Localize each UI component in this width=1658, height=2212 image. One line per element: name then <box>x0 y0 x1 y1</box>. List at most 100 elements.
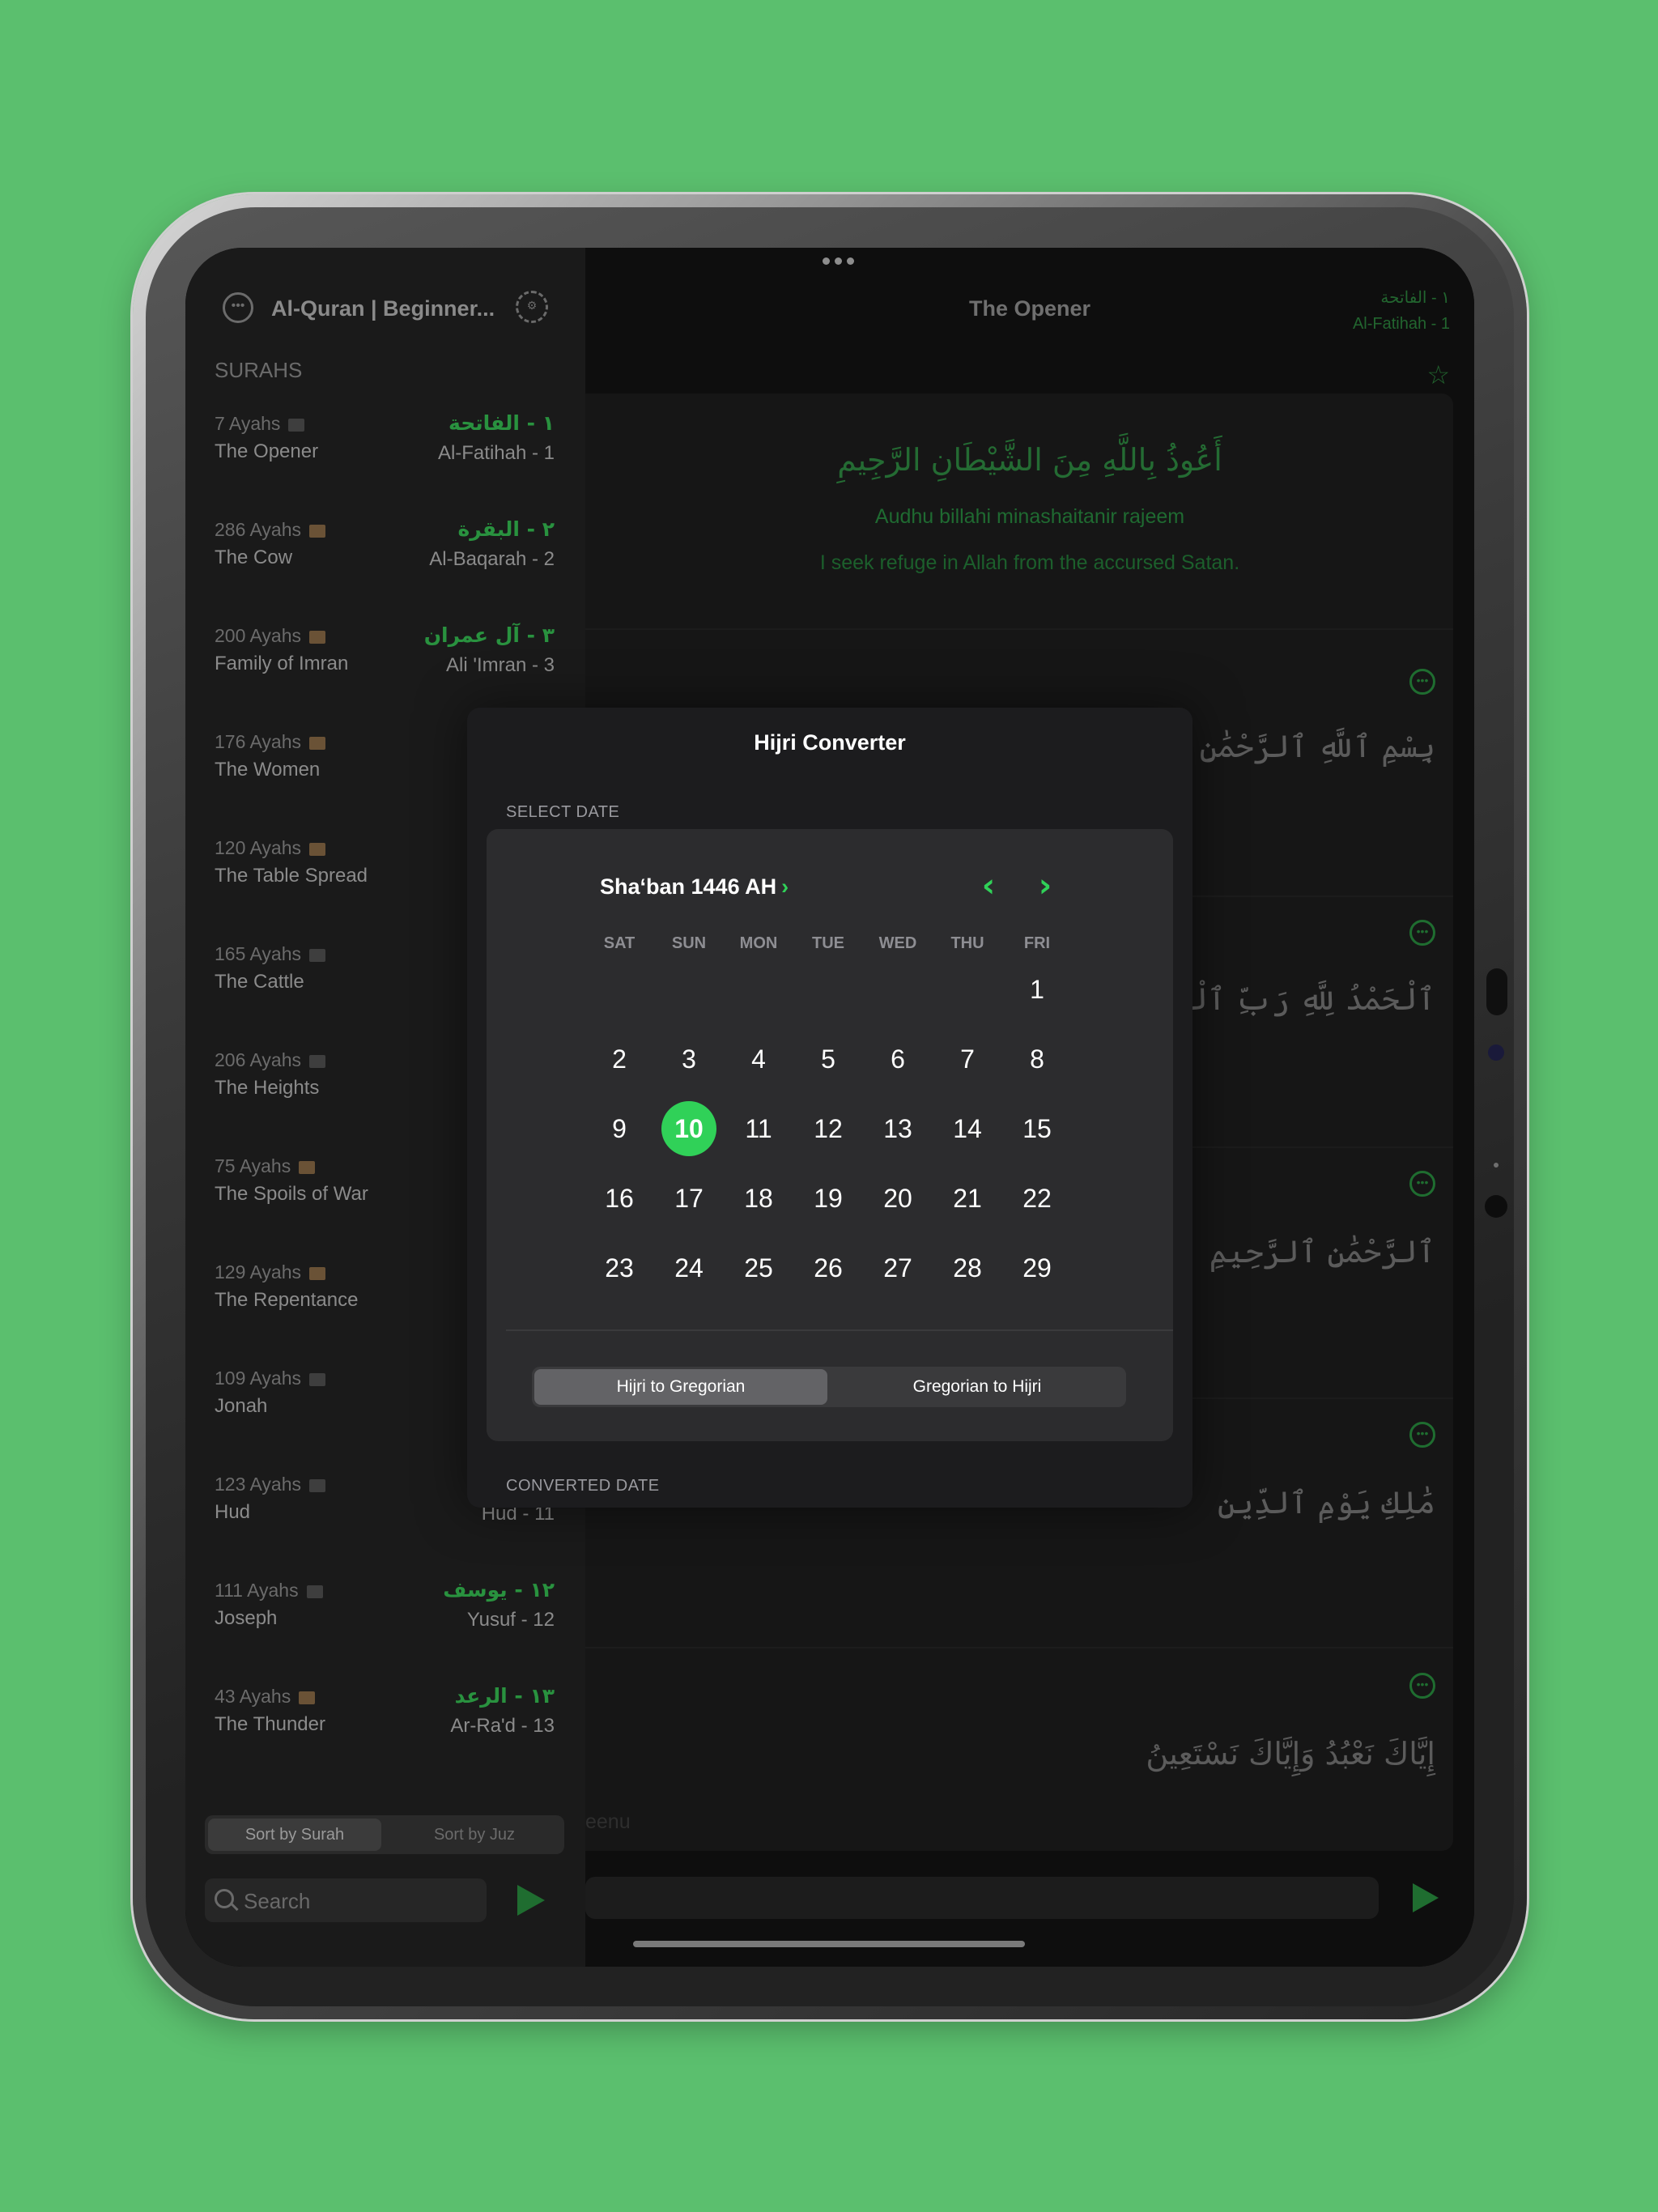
ayah-count: 129 Ayahs <box>215 1261 326 1283</box>
ayah-count: 7 Ayahs <box>215 413 305 435</box>
ayah-count: 120 Ayahs <box>215 837 326 859</box>
calendar-day[interactable]: 5 <box>801 1032 856 1087</box>
calendar-day[interactable]: 12 <box>801 1101 856 1156</box>
ayah-count: 75 Ayahs <box>215 1155 316 1177</box>
calendar-day[interactable]: 23 <box>592 1240 647 1295</box>
calendar-day[interactable]: 22 <box>1010 1171 1065 1226</box>
surah-english-name: Family of Imran <box>215 653 349 674</box>
hijri-to-gregorian-button[interactable]: Hijri to Gregorian <box>534 1369 827 1405</box>
surah-list-item[interactable]: 43 Ayahs The Thunder ١٣ - الرعد Ar-Ra'd - 1… <box>185 1679 585 1760</box>
calendar-day[interactable]: 29 <box>1010 1240 1065 1295</box>
ayah-count: 286 Ayahs <box>215 519 326 541</box>
calendar-day[interactable]: 11 <box>731 1101 786 1156</box>
calendar-day[interactable]: 18 <box>731 1171 786 1226</box>
mosque-icon <box>309 842 326 856</box>
calendar-day[interactable]: 6 <box>870 1032 925 1087</box>
calendar-day[interactable]: 13 <box>870 1101 925 1156</box>
surah-list-item[interactable]: 200 Ayahs Family of Imran ٣ - آل عمران Ali … <box>185 619 585 700</box>
search-placeholder: Search <box>244 1889 311 1913</box>
surah-corner-translit: Al-Fatihah - 1 <box>1352 315 1450 333</box>
verse-arabic: ٱلرَّحْمَٰنِ ٱلرَّحِيمِ <box>1209 1234 1435 1270</box>
taawudh-translit: Audhu billahi minashaitanir rajeem <box>874 505 1185 528</box>
calendar-day[interactable]: 4 <box>731 1032 786 1087</box>
calendar-day[interactable]: 7 <box>940 1032 995 1087</box>
surah-transliteration: Al-Fatihah - 1 <box>437 442 555 464</box>
calendar-day-selected[interactable]: 10 <box>661 1101 716 1156</box>
next-month-chevron-icon[interactable]: › <box>1029 866 1061 905</box>
sort-by-surah-button[interactable]: Sort by Surah <box>208 1819 381 1851</box>
calendar-day[interactable]: 3 <box>661 1032 716 1087</box>
gregorian-to-hijri-button[interactable]: Gregorian to Hijri <box>831 1369 1124 1405</box>
verse-arabic: إِيَّاكَ نَعْبُدُ وَإِيَّاكَ نَسْتَعِينُ <box>1146 1736 1435 1772</box>
calendar-day[interactable]: 15 <box>1010 1101 1065 1156</box>
converted-date-label: CONVERTED DATE <box>506 1477 660 1495</box>
sort-by-juz-button[interactable]: Sort by Juz <box>388 1819 561 1851</box>
calendar-day[interactable]: 24 <box>661 1240 716 1295</box>
ayah-count-text: 176 Ayahs <box>215 731 302 752</box>
side-button <box>1486 968 1507 1015</box>
surah-transliteration: Yusuf - 12 <box>466 1609 555 1631</box>
month-picker-button[interactable]: Sha‘ban 1446 AH › <box>600 874 789 900</box>
calendar-day[interactable]: 2 <box>592 1032 647 1087</box>
settings-gear-icon[interactable]: ⚙ <box>516 291 548 323</box>
verse-options-icon[interactable]: ••• <box>1409 1171 1435 1197</box>
calendar-day[interactable]: 19 <box>801 1171 856 1226</box>
more-icon[interactable]: ••• <box>223 292 253 323</box>
calendar-day[interactable]: 28 <box>940 1240 995 1295</box>
month-label: Sha‘ban 1446 AH <box>600 874 777 899</box>
calendar-day[interactable]: 1 <box>1010 962 1065 1017</box>
surah-list-item[interactable]: 7 Ayahs The Opener ١ - الفاتحة Al-Fatihah -… <box>185 406 585 487</box>
surah-list-item[interactable]: 286 Ayahs The Cow ٢ - البقرة Al-Baqarah - 2 <box>185 513 585 593</box>
ayah-count-text: 165 Ayahs <box>215 943 302 964</box>
calendar-day[interactable]: 14 <box>940 1101 995 1156</box>
surah-arabic-name: ٢ - البقرة <box>457 517 555 541</box>
ayah-count-text: 75 Ayahs <box>215 1155 291 1176</box>
ayah-count-text: 43 Ayahs <box>215 1686 291 1707</box>
surah-english-name: The Women <box>215 759 321 781</box>
ayah-count: 206 Ayahs <box>215 1049 326 1071</box>
mosque-icon <box>309 1266 326 1280</box>
page-title: The Opener <box>968 296 1091 321</box>
ayah-count-text: 111 Ayahs <box>215 1580 299 1601</box>
chevron-right-icon: › <box>781 874 789 899</box>
home-indicator[interactable] <box>633 1941 1025 1947</box>
calendar-day[interactable]: 21 <box>940 1171 995 1226</box>
hijri-converter-modal: Hijri Converter SELECT DATE Sha‘ban 1446… <box>467 708 1192 1508</box>
ayah-count: 109 Ayahs <box>215 1368 326 1389</box>
play-icon[interactable] <box>1413 1883 1439 1912</box>
calendar-day[interactable]: 25 <box>731 1240 786 1295</box>
surah-english-name: The Cattle <box>215 971 304 993</box>
ayah-count: 165 Ayahs <box>215 943 326 965</box>
surah-transliteration: Al-Baqarah - 2 <box>429 548 555 570</box>
multitasking-handle[interactable] <box>823 257 854 265</box>
sort-segmented-control: Sort by Surah Sort by Juz <box>205 1815 564 1854</box>
play-icon[interactable] <box>517 1885 545 1916</box>
verse-options-icon[interactable]: ••• <box>1409 669 1435 695</box>
verse-options-icon[interactable]: ••• <box>1409 1673 1435 1699</box>
calendar-day[interactable]: 20 <box>870 1171 925 1226</box>
calendar-day[interactable]: 27 <box>870 1240 925 1295</box>
bookmark-star-icon[interactable]: ☆ <box>1426 359 1450 390</box>
surah-list-item[interactable]: 111 Ayahs Joseph ١٢ - يوسف Yusuf - 12 <box>185 1573 585 1654</box>
kaaba-icon <box>306 1585 323 1598</box>
ayah-count-text: 109 Ayahs <box>215 1368 302 1389</box>
surah-english-name: The Opener <box>215 440 319 462</box>
calendar-day[interactable]: 16 <box>592 1171 647 1226</box>
calendar-day[interactable]: 8 <box>1010 1032 1065 1087</box>
weekday-label: THU <box>950 934 984 952</box>
calendar-day[interactable]: 9 <box>592 1101 647 1156</box>
ayah-count: 111 Ayahs <box>215 1580 323 1602</box>
verse-options-icon[interactable]: ••• <box>1409 1422 1435 1448</box>
audio-progress-bar[interactable] <box>585 1877 1379 1919</box>
taawudh-arabic: أَعُوذُ بِاللَّهِ مِنَ الشَّيْطَانِ الرَ… <box>837 442 1222 478</box>
ayah-count: 43 Ayahs <box>215 1686 316 1708</box>
calendar-day[interactable]: 26 <box>801 1240 856 1295</box>
previous-month-chevron-icon[interactable]: ‹ <box>972 866 1005 905</box>
verse-options-icon[interactable]: ••• <box>1409 920 1435 946</box>
search-input[interactable]: Search <box>205 1878 487 1922</box>
divider <box>585 628 1453 630</box>
surah-english-name: Hud <box>215 1501 251 1523</box>
speaker-dot <box>1485 1195 1507 1218</box>
calendar-day[interactable]: 17 <box>661 1171 716 1226</box>
ayah-count: 200 Ayahs <box>215 625 326 647</box>
